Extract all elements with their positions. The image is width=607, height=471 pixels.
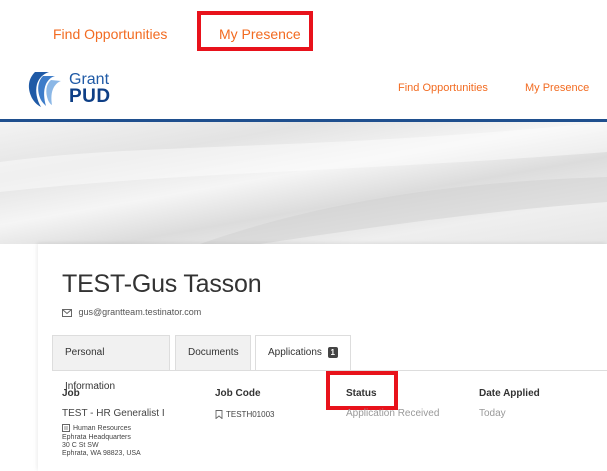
building-icon <box>62 424 70 432</box>
applications-count-badge: 1 <box>327 346 338 358</box>
envelope-icon <box>62 308 72 317</box>
bookmark-icon <box>215 410 223 420</box>
location-name: Ephrata Headquarters <box>62 434 131 441</box>
top-nav-find-opportunities[interactable]: Find Opportunities <box>53 26 167 42</box>
date-applied-value: Today <box>479 408 506 419</box>
column-header-job[interactable]: Job <box>62 388 80 399</box>
highlight-box-status <box>326 371 398 410</box>
logo-swoosh-icon <box>28 72 61 107</box>
address-line-1: 30 C St SW <box>62 442 99 449</box>
status-value: Application Received <box>346 408 440 419</box>
top-nav: Find Opportunities My Presence <box>0 0 607 60</box>
profile-card: TEST-Gus Tasson gus@grantteam.testinator… <box>38 244 607 471</box>
hero-decoration <box>0 122 607 244</box>
tab-applications[interactable]: Applications 1 <box>255 335 351 371</box>
job-title-link[interactable]: TEST - HR Generalist I <box>62 408 165 419</box>
tab-personal-information[interactable]: Personal Information <box>52 335 170 392</box>
grant-pud-logo[interactable]: Grant PUD <box>27 70 127 110</box>
address-line-2: Ephrata, WA 98823, USA <box>62 450 141 457</box>
profile-email-row: gus@grantteam.testinator.com <box>62 307 201 317</box>
column-header-job-code[interactable]: Job Code <box>215 388 261 399</box>
site-header: Grant PUD Find Opportunities My Presence <box>0 64 607 119</box>
profile-email: gus@grantteam.testinator.com <box>78 307 202 317</box>
department-row: Human Resources <box>62 424 131 433</box>
logo-text-pud: PUD <box>69 86 111 107</box>
tab-documents[interactable]: Documents <box>175 335 251 371</box>
header-nav-find-opportunities[interactable]: Find Opportunities <box>398 82 488 94</box>
profile-name: TEST-Gus Tasson <box>62 270 262 298</box>
department-label: Human Resources <box>73 424 131 432</box>
highlight-box-my-presence <box>197 11 313 51</box>
tab-label: Applications <box>268 347 322 358</box>
column-header-date-applied[interactable]: Date Applied <box>479 388 540 399</box>
header-nav-my-presence[interactable]: My Presence <box>525 82 589 94</box>
tab-label: Documents <box>188 347 239 358</box>
hero-banner <box>0 122 607 244</box>
job-code-cell: TESTH01003 <box>215 410 275 420</box>
job-code-value: TESTH01003 <box>226 410 275 419</box>
